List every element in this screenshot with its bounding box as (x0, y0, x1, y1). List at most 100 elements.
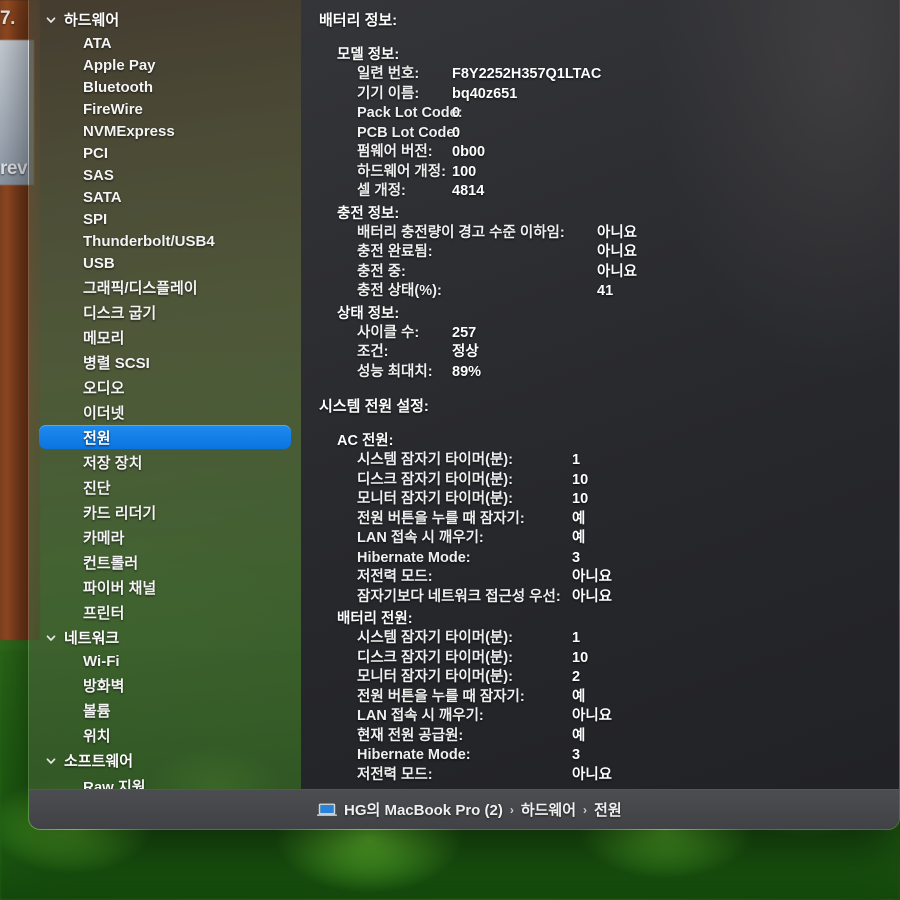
sidebar-item-label: SATA (83, 188, 122, 206)
row-value: 아니요 (572, 708, 613, 724)
sidebar-item-graphics-displays[interactable]: 그래픽/디스플레이 (39, 275, 291, 299)
sidebar-item-bluetooth[interactable]: Bluetooth (39, 77, 291, 98)
sidebar-group-software[interactable]: 소프트웨어 (39, 748, 291, 773)
sidebar-item-card-reader[interactable]: 카드 리더기 (39, 500, 291, 524)
row-value: 아니요 (597, 224, 638, 241)
row-value: bq40z651 (452, 85, 518, 102)
sidebar-item-ethernet[interactable]: 이더넷 (39, 400, 291, 424)
sidebar-item-label: 저장 장치 (83, 454, 143, 472)
breadcrumb-bar: HG의 MacBook Pro (2) › 하드웨어 › 전원 (29, 789, 899, 829)
sidebar-item-parallel-scsi[interactable]: 병렬 SCSI (39, 350, 291, 374)
wallpaper-overlay-text-1: 7. (0, 8, 15, 29)
row-key: 시스템 잠자기 타이머(분): (357, 452, 513, 468)
breadcrumb-item-power[interactable]: 전원 (594, 799, 622, 820)
breadcrumb-item-device[interactable]: HG의 MacBook Pro (2) (344, 799, 503, 820)
row-value: 10 (572, 491, 589, 507)
system-information-window: 하드웨어 ATA Apple Pay Bluetooth FireWire NV… (28, 0, 900, 830)
sidebar-item-label: SAS (83, 166, 114, 184)
row-batt-wake-on-lan: LAN 접속 시 깨우기: 아니요 (357, 707, 899, 727)
sidebar-item-label: 디스크 굽기 (83, 304, 157, 322)
sidebar-item-memory[interactable]: 메모리 (39, 325, 291, 349)
sidebar-group-network[interactable]: 네트워크 (39, 625, 291, 650)
sidebar-item-power[interactable]: 전원 (39, 425, 291, 449)
sidebar-item-usb[interactable]: USB (39, 253, 291, 274)
row-batt-display-sleep-timer: 모니터 잠자기 타이머(분): 2 (357, 668, 899, 688)
row-value: 예 (572, 530, 586, 546)
sidebar[interactable]: 하드웨어 ATA Apple Pay Bluetooth FireWire NV… (29, 0, 301, 789)
sidebar-item-diagnostics[interactable]: 진단 (39, 475, 291, 499)
sidebar-item-ata[interactable]: ATA (39, 33, 291, 54)
sidebar-item-storage[interactable]: 저장 장치 (39, 450, 291, 474)
row-maximum-capacity: 성능 최대치: 89% (357, 363, 899, 383)
sidebar-item-sas[interactable]: SAS (39, 165, 291, 186)
breadcrumb-item-hardware[interactable]: 하드웨어 (521, 799, 576, 820)
row-value: 아니요 (572, 766, 613, 783)
sidebar-list[interactable]: 하드웨어 ATA Apple Pay Bluetooth FireWire NV… (39, 7, 291, 789)
sidebar-item-firewire[interactable]: FireWire (39, 99, 291, 120)
sidebar-item-label: ATA (83, 34, 112, 52)
sidebar-item-volumes[interactable]: 볼륨 (39, 698, 291, 722)
row-batt-sleep-on-power-button: 전원 버튼을 누를 때 잠자기: 예 (357, 688, 899, 708)
sidebar-item-camera[interactable]: 카메라 (39, 525, 291, 549)
sidebar-group-label: 하드웨어 (64, 12, 120, 29)
row-value: 0b00 (452, 144, 486, 160)
row-value: 0 (452, 105, 461, 121)
condition-info-title: 상태 정보: (337, 305, 400, 322)
row-batt-disk-sleep-timer: 디스크 잠자기 타이머(분): 10 (357, 649, 899, 669)
sidebar-item-disc-burning[interactable]: 디스크 굽기 (39, 300, 291, 324)
battery-power-title: 배터리 전원: (337, 611, 413, 627)
ac-power-rows: 시스템 잠자기 타이머(분): 1 디스크 잠자기 타이머(분): 10 모니터… (357, 451, 899, 607)
sidebar-group-hardware[interactable]: 하드웨어 (39, 7, 291, 32)
row-ac-system-sleep-timer: 시스템 잠자기 타이머(분): 1 (357, 451, 899, 471)
sidebar-item-wifi[interactable]: Wi-Fi (39, 651, 291, 672)
row-key: 모니터 잠자기 타이머(분): (357, 491, 513, 507)
sidebar-item-controller[interactable]: 컨트롤러 (39, 550, 291, 574)
row-ac-wake-on-lan: LAN 접속 시 깨우기: 예 (357, 529, 899, 549)
sidebar-item-label: PCI (83, 144, 109, 162)
sidebar-item-audio[interactable]: 오디오 (39, 375, 291, 399)
sidebar-item-label: 병렬 SCSI (83, 354, 150, 372)
row-key: 모니터 잠자기 타이머(분): (357, 669, 513, 685)
macbook-icon (317, 803, 337, 817)
sidebar-item-pci[interactable]: PCI (39, 143, 291, 164)
row-value: 예 (572, 727, 586, 744)
row-value: 예 (572, 510, 586, 527)
row-firmware-version: 펌웨어 버전: 0b00 (357, 143, 899, 163)
sidebar-item-thunderbolt-usb4[interactable]: Thunderbolt/USB4 (39, 231, 291, 252)
sidebar-item-fibre-channel[interactable]: 파이버 채널 (39, 575, 291, 599)
sidebar-item-label: Thunderbolt/USB4 (83, 232, 215, 250)
sidebar-item-firewall[interactable]: 방화벽 (39, 673, 291, 697)
row-value: 아니요 (597, 244, 638, 260)
row-key: 펌웨어 버전: (357, 144, 433, 160)
sidebar-item-raw-support[interactable]: Raw 지원 (39, 774, 291, 790)
sidebar-group-label: 네트워크 (64, 630, 120, 647)
sidebar-item-spi[interactable]: SPI (39, 209, 291, 230)
row-key: 시스템 잠자기 타이머(분): (357, 630, 513, 646)
sidebar-item-apple-pay[interactable]: Apple Pay (39, 55, 291, 76)
detail-pane: MacBook Pro 배터리 정보: 모델 정보: 일련 번호: F8Y225… (301, 0, 899, 789)
row-key: 성능 최대치: (357, 363, 433, 380)
breadcrumb-separator: › (583, 802, 588, 817)
row-value: 0 (452, 124, 461, 141)
row-value: 89% (452, 363, 482, 380)
breadcrumb[interactable]: HG의 MacBook Pro (2) › 하드웨어 › 전원 (317, 799, 622, 820)
row-key: 배터리 충전량이 경고 수준 이하임: (357, 224, 565, 241)
model-info-rows: 일련 번호: F8Y2252H357Q1LTAC 기기 이름: bq40z651… (357, 65, 899, 202)
charge-info-rows: 배터리 충전량이 경고 수준 이하임: 아니요 충전 완료됨: 아니요 충전 중… (357, 224, 899, 302)
row-key: 디스크 잠자기 타이머(분): (357, 471, 513, 488)
row-key: 저전력 모드: (357, 766, 433, 783)
sidebar-item-locations[interactable]: 위치 (39, 723, 291, 747)
sidebar-item-label: 프린터 (83, 604, 125, 622)
sidebar-item-label: 전원 (83, 429, 111, 447)
row-key: LAN 접속 시 깨우기: (357, 708, 484, 724)
sidebar-group-label: 소프트웨어 (64, 753, 134, 770)
row-key: 저전력 모드: (357, 569, 433, 585)
sidebar-item-nvmexpress[interactable]: NVMExpress (39, 121, 291, 142)
condition-info-rows: 사이클 수: 257 조건: 정상 성능 최대치: 89% (357, 324, 899, 383)
sidebar-item-label: 볼륨 (83, 702, 111, 720)
sidebar-item-printers[interactable]: 프린터 (39, 600, 291, 624)
power-settings-title: 시스템 전원 설정: (319, 398, 429, 415)
model-info-title: 모델 정보: (337, 47, 400, 63)
sidebar-item-sata[interactable]: SATA (39, 187, 291, 208)
row-key: Pack Lot Code: (357, 105, 463, 121)
